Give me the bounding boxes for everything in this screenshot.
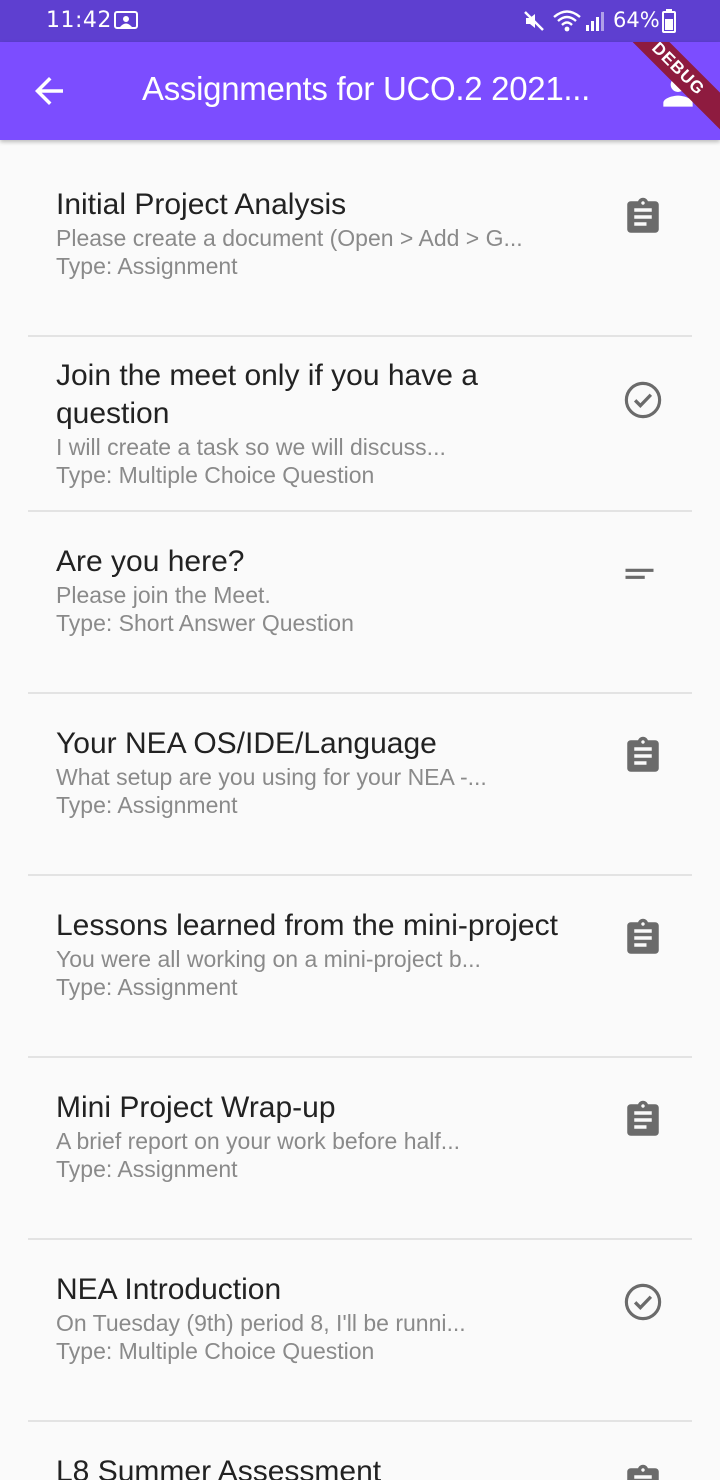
clipboard-icon xyxy=(622,1463,664,1480)
status-time: 11:42 xyxy=(46,8,112,33)
item-title: Lessons learned from the mini-project xyxy=(56,909,558,942)
list-item[interactable]: Join the meet only if you have a questio… xyxy=(28,357,692,507)
item-description: What setup are you using for your NEA -.… xyxy=(56,764,487,790)
mute-icon xyxy=(522,9,546,37)
item-description: A brief report on your work before half.… xyxy=(56,1128,460,1154)
item-title: Your NEA OS/IDE/Language xyxy=(56,727,437,760)
list-item[interactable]: Your NEA OS/IDE/Language What setup are … xyxy=(28,725,692,835)
clipboard-icon xyxy=(622,1099,664,1141)
item-type: Type: Assignment xyxy=(56,253,238,279)
item-type: Type: Assignment xyxy=(56,792,238,818)
divider xyxy=(28,1056,692,1058)
list-item[interactable]: L8 Summer Assessment xyxy=(28,1453,692,1480)
battery-percentage: 64% xyxy=(613,8,660,32)
item-title: L8 Summer Assessment xyxy=(56,1455,382,1480)
item-title: NEA Introduction xyxy=(56,1273,282,1306)
divider xyxy=(28,335,692,337)
list-item[interactable]: Lessons learned from the mini-project Yo… xyxy=(28,907,692,1017)
list-item[interactable]: Are you here? Please join the Meet. Type… xyxy=(28,543,692,653)
list-item[interactable]: Initial Project Analysis Please create a… xyxy=(28,186,692,296)
item-type: Type: Assignment xyxy=(56,1156,238,1182)
app-bar: Assignments for UCO.2 2021... DEBUG xyxy=(0,42,720,140)
divider xyxy=(28,510,692,512)
clipboard-icon xyxy=(622,917,664,959)
signal-icon xyxy=(584,9,608,37)
list-item[interactable]: NEA Introduction On Tuesday (9th) period… xyxy=(28,1271,692,1381)
divider xyxy=(28,1238,692,1240)
item-title: Join the meet only if you have a questio… xyxy=(56,359,478,430)
item-description: I will create a task so we will discuss.… xyxy=(56,434,446,460)
item-type: Type: Assignment xyxy=(56,974,238,1000)
divider xyxy=(28,874,692,876)
item-title: Are you here? xyxy=(56,545,245,578)
item-type: Type: Multiple Choice Question xyxy=(56,1338,375,1364)
divider xyxy=(28,692,692,694)
clipboard-icon xyxy=(622,196,664,238)
item-type: Type: Multiple Choice Question xyxy=(56,462,375,488)
check-circle-icon xyxy=(622,1281,664,1323)
list-item[interactable]: Mini Project Wrap-up A brief report on y… xyxy=(28,1089,692,1199)
status-bar: 11:42 64% xyxy=(0,0,720,42)
divider xyxy=(28,1420,692,1422)
screen-cast-icon xyxy=(114,11,138,35)
item-description: You were all working on a mini-project b… xyxy=(56,946,481,972)
item-type: Type: Short Answer Question xyxy=(56,610,354,636)
page-title: Assignments for UCO.2 2021... xyxy=(142,70,590,107)
item-title: Initial Project Analysis xyxy=(56,188,347,221)
item-description: Please join the Meet. xyxy=(56,582,271,608)
item-description: Please create a document (Open > Add > G… xyxy=(56,225,523,251)
item-title: Mini Project Wrap-up xyxy=(56,1091,336,1124)
back-arrow-icon[interactable] xyxy=(28,70,70,112)
check-circle-icon xyxy=(622,379,664,421)
battery-icon xyxy=(662,9,676,37)
short-text-icon xyxy=(622,553,664,595)
item-description: On Tuesday (9th) period 8, I'll be runni… xyxy=(56,1310,466,1336)
clipboard-icon xyxy=(622,735,664,777)
wifi-icon xyxy=(552,9,582,37)
